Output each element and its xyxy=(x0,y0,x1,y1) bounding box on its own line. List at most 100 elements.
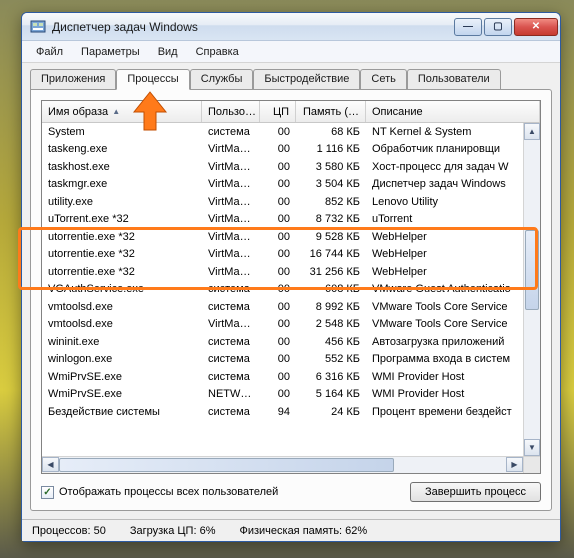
table-row[interactable]: utorrentie.exe *32VirtMac…0016 744 КБWeb… xyxy=(42,246,540,264)
cell-name: vmtoolsd.exe xyxy=(42,301,202,313)
cell-desc: Процент времени бездейст xyxy=(366,406,540,418)
table-row[interactable]: Бездействие системысистема9424 КБПроцент… xyxy=(42,403,540,421)
cell-mem: 3 504 КБ xyxy=(296,178,366,190)
table-row[interactable]: uTorrent.exe *32VirtMac…008 732 КБuTorre… xyxy=(42,211,540,229)
cell-desc: Хост-процесс для задач W xyxy=(366,161,540,173)
show-all-users-checkbox[interactable]: ✓ Отображать процессы всех пользователей xyxy=(41,486,278,499)
titlebar[interactable]: Диспетчер задач Windows — ▢ ✕ xyxy=(22,13,560,41)
cell-cpu: 00 xyxy=(260,301,296,313)
cell-user: NETWO… xyxy=(202,388,260,400)
menu-file[interactable]: Файл xyxy=(28,44,71,60)
cell-name: vmtoolsd.exe xyxy=(42,318,202,330)
cell-desc: VMware Tools Core Service xyxy=(366,301,540,313)
cell-user: VirtMac… xyxy=(202,213,260,225)
close-button[interactable]: ✕ xyxy=(514,18,558,36)
table-row[interactable]: utorrentie.exe *32VirtMac…009 528 КБWebH… xyxy=(42,228,540,246)
menu-options[interactable]: Параметры xyxy=(73,44,148,60)
cell-name: winlogon.exe xyxy=(42,353,202,365)
cell-mem: 1 116 КБ xyxy=(296,143,366,155)
table-row[interactable]: WmiPrvSE.exeсистема006 316 КБWMI Provide… xyxy=(42,368,540,386)
tab-performance[interactable]: Быстродействие xyxy=(253,69,360,89)
tab-network[interactable]: Сеть xyxy=(360,69,406,89)
cell-cpu: 00 xyxy=(260,178,296,190)
table-row[interactable]: taskmgr.exeVirtMac…003 504 КБДиспетчер з… xyxy=(42,176,540,194)
scroll-thumb-h[interactable] xyxy=(59,458,394,472)
cell-user: VirtMac… xyxy=(202,231,260,243)
tab-processes[interactable]: Процессы xyxy=(116,69,189,90)
cell-mem: 6 316 КБ xyxy=(296,371,366,383)
cell-user: система xyxy=(202,336,260,348)
horizontal-scrollbar[interactable]: ◀ ▶ xyxy=(42,456,540,473)
cell-name: utility.exe xyxy=(42,196,202,208)
scroll-down-icon[interactable]: ▼ xyxy=(524,439,540,456)
panel-footer: ✓ Отображать процессы всех пользователей… xyxy=(41,482,541,502)
cell-cpu: 00 xyxy=(260,161,296,173)
cell-user: VirtMac… xyxy=(202,178,260,190)
table-row[interactable]: utility.exeVirtMac…00852 КБLenovo Utilit… xyxy=(42,193,540,211)
tab-users[interactable]: Пользователи xyxy=(407,69,501,89)
cell-name: WmiPrvSE.exe xyxy=(42,371,202,383)
minimize-button[interactable]: — xyxy=(454,18,482,36)
menu-view[interactable]: Вид xyxy=(150,44,186,60)
cell-cpu: 00 xyxy=(260,318,296,330)
cell-cpu: 00 xyxy=(260,388,296,400)
cell-mem: 68 КБ xyxy=(296,126,366,138)
menu-help[interactable]: Справка xyxy=(188,44,247,60)
vertical-scrollbar[interactable]: ▲ ▼ xyxy=(523,123,540,456)
table-row[interactable]: utorrentie.exe *32VirtMac…0031 256 КБWeb… xyxy=(42,263,540,281)
table-row[interactable]: taskhost.exeVirtMac…003 580 КБХост-проце… xyxy=(42,158,540,176)
cell-mem: 16 744 КБ xyxy=(296,248,366,260)
cell-mem: 2 548 КБ xyxy=(296,318,366,330)
menubar: Файл Параметры Вид Справка xyxy=(22,41,560,63)
table-row[interactable]: winlogon.exeсистема00552 КБПрограмма вхо… xyxy=(42,351,540,369)
table-row[interactable]: vmtoolsd.exeVirtMac…002 548 КБVMware Too… xyxy=(42,316,540,334)
col-cpu[interactable]: ЦП xyxy=(260,101,296,122)
processes-panel: Имя образа ▲ Пользо… ЦП Память (… Описан… xyxy=(30,89,552,511)
status-memory: Физическая память: 62% xyxy=(239,525,367,537)
cell-desc: WMI Provider Host xyxy=(366,388,540,400)
table-row[interactable]: Systemсистема0068 КБNT Kernel & System xyxy=(42,123,540,141)
cell-name: VGAuthService.exe xyxy=(42,283,202,295)
table-row[interactable]: taskeng.exeVirtMac…001 116 КБОбработчик … xyxy=(42,141,540,159)
cell-desc: VMware Guest Authenticatio xyxy=(366,283,540,295)
cell-mem: 8 992 КБ xyxy=(296,301,366,313)
cell-desc: NT Kernel & System xyxy=(366,126,540,138)
cell-desc: VMware Tools Core Service xyxy=(366,318,540,330)
cell-name: utorrentie.exe *32 xyxy=(42,231,202,243)
scroll-up-icon[interactable]: ▲ xyxy=(524,123,540,140)
cell-name: wininit.exe xyxy=(42,336,202,348)
scroll-left-icon[interactable]: ◀ xyxy=(42,457,59,472)
table-row[interactable]: WmiPrvSE.exeNETWO…005 164 КБWMI Provider… xyxy=(42,386,540,404)
table-row[interactable]: wininit.exeсистема00456 КБАвтозагрузка п… xyxy=(42,333,540,351)
scroll-thumb[interactable] xyxy=(525,230,539,310)
col-memory[interactable]: Память (… xyxy=(296,101,366,122)
table-row[interactable]: VGAuthService.exeсистема00608 КБVMware G… xyxy=(42,281,540,299)
task-manager-window: Диспетчер задач Windows — ▢ ✕ Файл Парам… xyxy=(21,12,561,542)
cell-mem: 852 КБ xyxy=(296,196,366,208)
col-image-name[interactable]: Имя образа ▲ xyxy=(42,101,202,122)
cell-user: система xyxy=(202,301,260,313)
cell-mem: 5 164 КБ xyxy=(296,388,366,400)
tab-applications[interactable]: Приложения xyxy=(30,69,116,89)
table-row[interactable]: vmtoolsd.exeсистема008 992 КБVMware Tool… xyxy=(42,298,540,316)
col-user[interactable]: Пользо… xyxy=(202,101,260,122)
cell-desc: WebHelper xyxy=(366,266,540,278)
tab-services[interactable]: Службы xyxy=(190,69,254,89)
cell-cpu: 00 xyxy=(260,266,296,278)
maximize-button[interactable]: ▢ xyxy=(484,18,512,36)
end-process-button[interactable]: Завершить процесс xyxy=(410,482,541,502)
status-bar: Процессов: 50 Загрузка ЦП: 6% Физическая… xyxy=(22,519,560,541)
cell-desc: WebHelper xyxy=(366,231,540,243)
cell-cpu: 00 xyxy=(260,231,296,243)
cell-user: VirtMac… xyxy=(202,266,260,278)
cell-desc: Диспетчер задач Windows xyxy=(366,178,540,190)
cell-cpu: 00 xyxy=(260,248,296,260)
cell-name: System xyxy=(42,126,202,138)
cell-name: WmiPrvSE.exe xyxy=(42,388,202,400)
checkbox-icon[interactable]: ✓ xyxy=(41,486,54,499)
col-description[interactable]: Описание xyxy=(366,101,540,122)
cell-user: VirtMac… xyxy=(202,318,260,330)
cell-name: Бездействие системы xyxy=(42,406,202,418)
scroll-right-icon[interactable]: ▶ xyxy=(506,457,523,472)
cell-mem: 8 732 КБ xyxy=(296,213,366,225)
